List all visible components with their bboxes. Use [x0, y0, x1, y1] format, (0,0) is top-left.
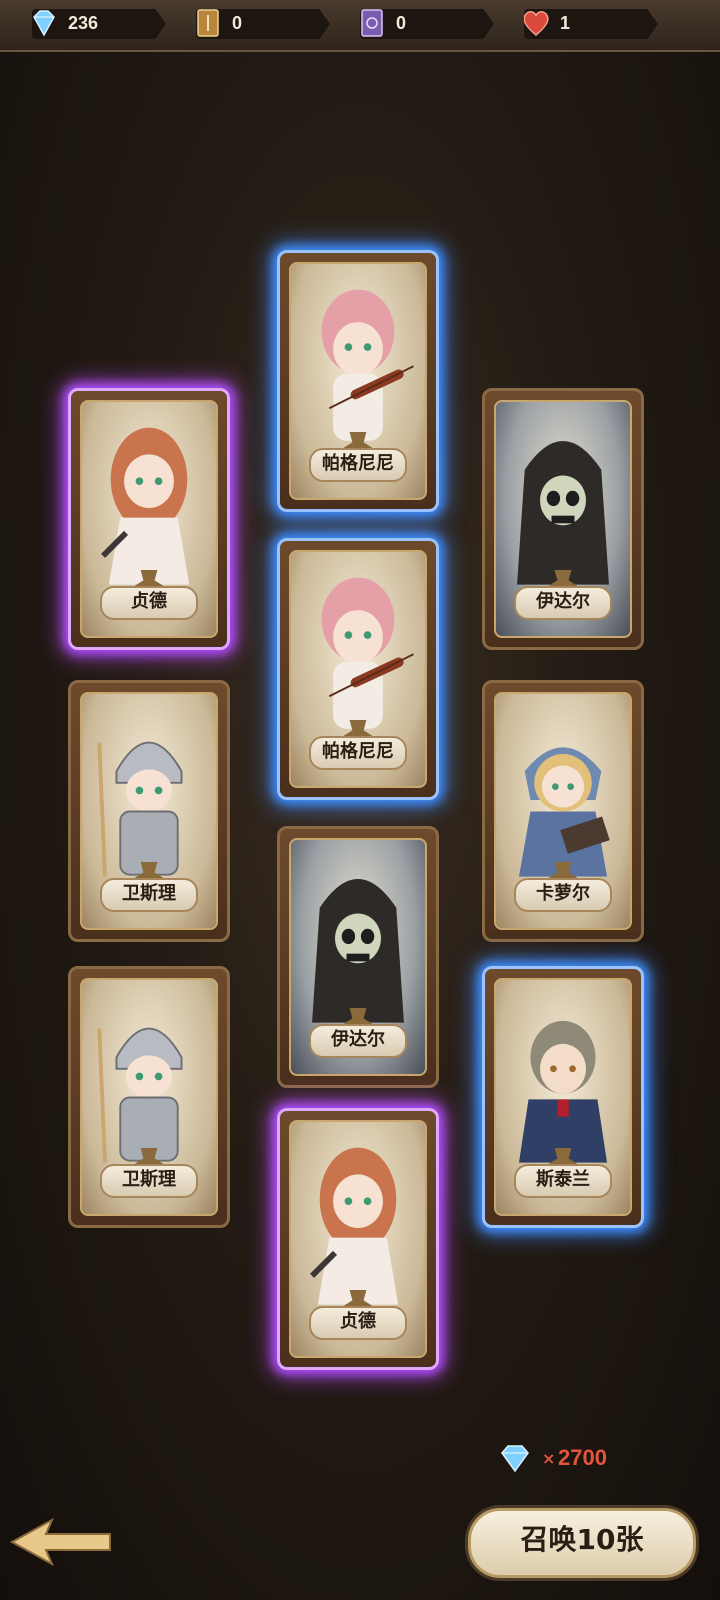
hero-name: 卫斯理	[100, 1164, 198, 1198]
hero-card[interactable]: 卡萝尔	[482, 680, 644, 942]
cost-value: 2700	[558, 1445, 607, 1470]
hero-name: 伊达尔	[309, 1024, 407, 1058]
purple-book-count: 0	[396, 13, 407, 33]
resource-diamond: 236	[32, 9, 166, 39]
hero-name: 帕格尼尼	[309, 736, 407, 770]
hero-card[interactable]: 帕格尼尼	[277, 538, 439, 800]
hero-card[interactable]: 帕格尼尼	[277, 250, 439, 512]
hero-name: 贞德	[100, 586, 198, 620]
purple-book-icon	[361, 9, 383, 37]
hero-card[interactable]: 贞德	[68, 388, 230, 650]
hero-card[interactable]: 贞德	[277, 1108, 439, 1370]
hero-card[interactable]: 伊达尔	[277, 826, 439, 1088]
heart-icon	[524, 11, 549, 36]
diamond-icon	[33, 10, 55, 37]
back-arrow-icon[interactable]	[6, 1512, 116, 1572]
hero-card[interactable]: 斯泰兰	[482, 966, 644, 1228]
resource-gold-book: 0	[196, 9, 330, 39]
diamond-count: 236	[68, 13, 99, 33]
gold-book-count: 0	[232, 13, 243, 33]
resource-purple-book: 0	[360, 9, 494, 39]
gold-book-icon	[197, 9, 219, 37]
hero-name: 卡萝尔	[514, 878, 612, 912]
hero-name: 帕格尼尼	[309, 448, 407, 482]
hero-name: 卫斯理	[100, 878, 198, 912]
hero-card[interactable]: 卫斯理	[68, 966, 230, 1228]
resource-bar: 236 0 0 1	[0, 0, 720, 52]
hero-name: 伊达尔	[514, 586, 612, 620]
hero-name: 斯泰兰	[514, 1164, 612, 1198]
summon-cost: × 2700	[498, 1443, 638, 1473]
resource-heart: 1	[524, 9, 658, 39]
hero-name: 贞德	[309, 1306, 407, 1340]
diamond-icon	[501, 1445, 529, 1473]
summon-10-button[interactable]: 召唤10张	[468, 1508, 696, 1578]
heart-count: 1	[560, 13, 571, 33]
cost-multiplier: ×	[542, 1449, 556, 1468]
hero-card[interactable]: 伊达尔	[482, 388, 644, 650]
hero-card[interactable]: 卫斯理	[68, 680, 230, 942]
